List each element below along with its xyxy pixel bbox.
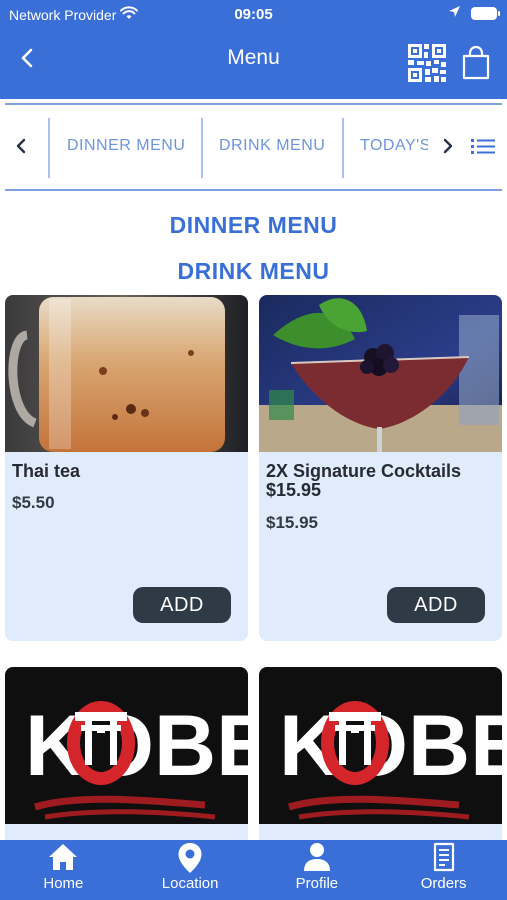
product-image-kobe-logo: KOBE: [5, 667, 248, 824]
tab-separator: [342, 118, 344, 178]
product-price: $15.95: [266, 513, 318, 532]
qr-code-icon: [407, 44, 447, 87]
list-icon: [471, 137, 495, 160]
orders-receipt-icon: [380, 842, 507, 872]
tabs-top-divider: [5, 103, 502, 105]
chevron-left-icon: [16, 138, 26, 159]
navigation-bar: Menu: [0, 36, 507, 86]
product-image-kobe-logo: KOBE: [259, 667, 502, 824]
product-card[interactable]: KOBE: [259, 667, 502, 847]
status-bar: Network Provider 09:05: [0, 0, 507, 28]
home-icon: [0, 842, 127, 872]
tab-drink-menu[interactable]: DRINK MENU: [219, 137, 325, 155]
product-price: $5.50: [12, 493, 55, 512]
status-time: 09:05: [234, 6, 273, 23]
bottom-tab-bar: Home Location Profile Orders: [0, 840, 507, 900]
battery-icon: [471, 6, 500, 20]
product-card[interactable]: Thai tea $5.50 ADD: [5, 295, 248, 641]
product-name: 2X Signature Cocktails $15.95: [266, 461, 462, 500]
shopping-bag-button[interactable]: [461, 45, 491, 81]
tab-separator: [48, 118, 50, 178]
tab-home[interactable]: Home: [0, 840, 127, 900]
chevron-right-icon: [443, 138, 453, 159]
tab-todays[interactable]: TODAY'S: [360, 137, 428, 155]
qr-code-button[interactable]: [407, 43, 447, 83]
profile-icon: [254, 842, 381, 872]
tab-orders[interactable]: Orders: [380, 840, 507, 900]
section-title-drink-menu: DRINK MENU: [177, 258, 330, 284]
tab-profile-label: Profile: [295, 875, 339, 892]
location-arrow-icon: [448, 5, 461, 21]
logo-text: KOBE: [279, 698, 502, 794]
add-to-cart-button[interactable]: ADD: [133, 587, 231, 623]
product-image-cocktail: [259, 295, 502, 452]
tab-location[interactable]: Location: [127, 840, 254, 900]
tab-location-label: Location: [161, 875, 219, 892]
add-to-cart-button[interactable]: ADD: [387, 587, 485, 623]
product-card[interactable]: KOBE: [5, 667, 248, 847]
tab-orders-label: Orders: [420, 875, 467, 892]
product-card[interactable]: 2X Signature Cocktails $15.95 $15.95 ADD: [259, 295, 502, 641]
section-title-dinner-menu: DINNER MENU: [169, 212, 338, 238]
product-name: Thai tea: [12, 461, 81, 481]
app-header: Network Provider 09:05 Menu: [0, 0, 507, 99]
category-tabs: DINNER MENU DRINK MENU TODAY'S: [0, 106, 507, 190]
status-right: [448, 5, 500, 21]
tab-separator: [201, 118, 203, 178]
tabs-next-button[interactable]: [436, 136, 460, 160]
shopping-bag-icon: [461, 45, 491, 85]
tabs-scroll-area: DINNER MENU DRINK MENU TODAY'S: [48, 118, 428, 178]
tab-profile[interactable]: Profile: [254, 840, 381, 900]
tabs-bottom-divider: [5, 189, 502, 191]
tabs-prev-button[interactable]: [9, 136, 33, 160]
logo-text: KOBE: [25, 698, 248, 794]
tab-dinner-menu[interactable]: DINNER MENU: [67, 137, 185, 155]
tab-home-label: Home: [43, 875, 84, 892]
app-screen: Network Provider 09:05 Menu DINNER MENU …: [0, 0, 507, 900]
category-list-button[interactable]: [470, 136, 496, 160]
product-image-thai-tea: [5, 295, 248, 452]
location-pin-icon: [127, 842, 254, 873]
